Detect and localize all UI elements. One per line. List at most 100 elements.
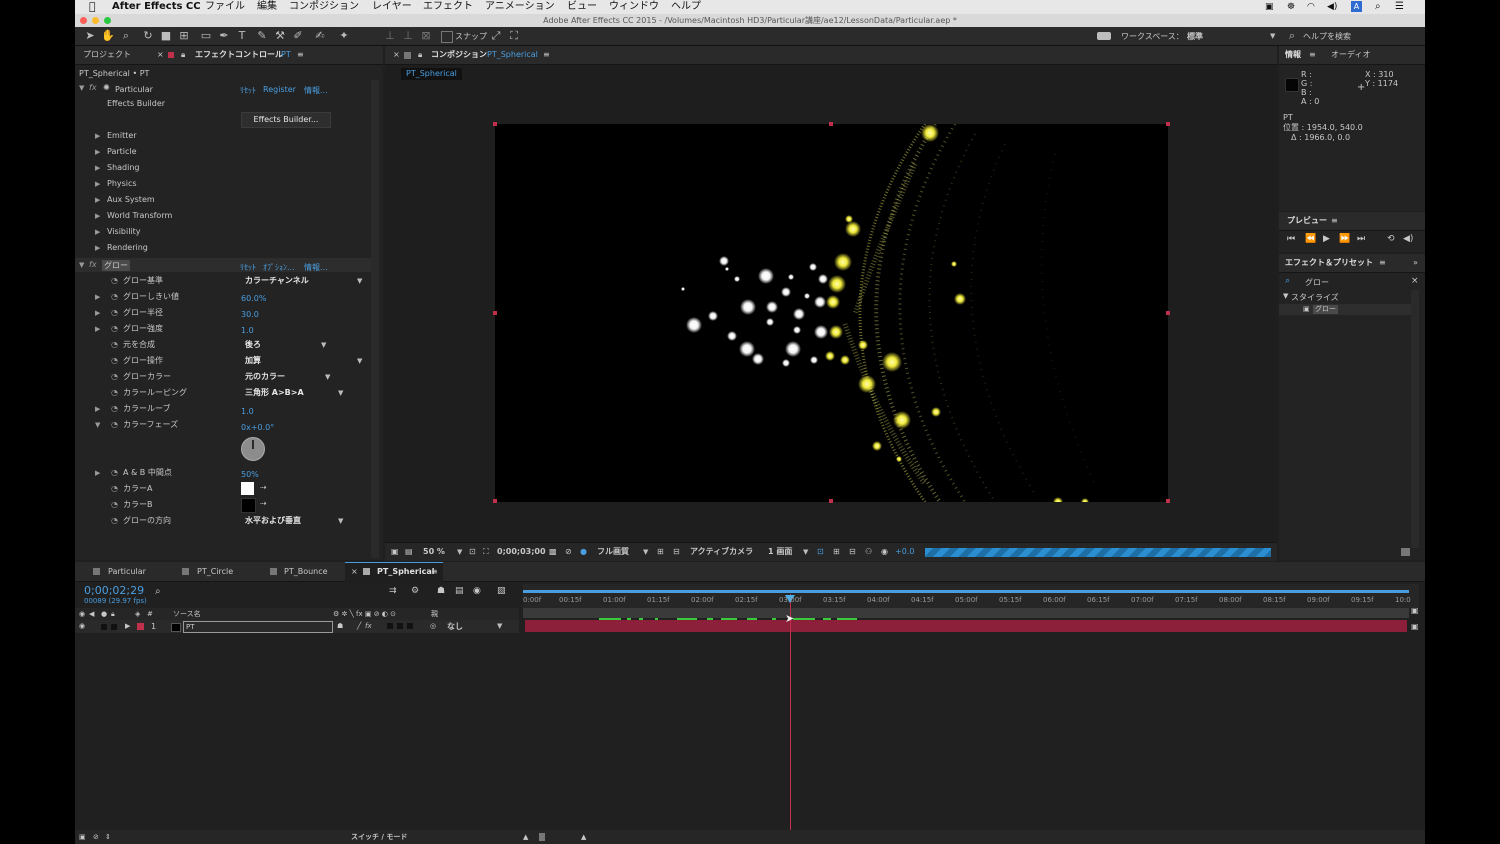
- spotlight-icon[interactable]: ⌕: [1375, 0, 1381, 14]
- expand-particle-icon[interactable]: ▶: [95, 148, 100, 156]
- world-axis-icon[interactable]: ⊥: [401, 29, 415, 43]
- glow-fx-toggle-icon[interactable]: fx: [89, 259, 97, 271]
- dropdown-arrow-icon[interactable]: ▼: [803, 543, 808, 561]
- zoom-in-icon[interactable]: ▲: [581, 830, 586, 844]
- pick-whip-icon[interactable]: ◎: [430, 620, 436, 633]
- transform-handle[interactable]: [1166, 311, 1170, 315]
- stopwatch-icon[interactable]: ◔: [111, 372, 118, 381]
- frame-blend-toggle[interactable]: [387, 623, 393, 629]
- expand-glow-icon[interactable]: ▼: [79, 261, 84, 269]
- particular-register-link[interactable]: Register: [263, 85, 296, 94]
- zoom-select[interactable]: 50 %: [423, 543, 445, 561]
- glow-radius-value[interactable]: 30.0: [241, 309, 259, 321]
- panel-menu-icon[interactable]: ≡: [543, 46, 550, 64]
- expand-world-transform-icon[interactable]: ▶: [95, 212, 100, 220]
- stopwatch-icon[interactable]: ◔: [111, 420, 118, 429]
- next-frame-icon[interactable]: ⏩: [1339, 234, 1350, 244]
- dropdown-arrow-icon[interactable]: ▼: [325, 373, 330, 381]
- app-menu[interactable]: After Effects CC: [112, 0, 201, 14]
- zoom-tool-icon[interactable]: ⌕: [119, 29, 133, 43]
- parent-column[interactable]: 親: [431, 608, 438, 620]
- stopwatch-icon[interactable]: ◔: [111, 516, 118, 525]
- expand-particular-icon[interactable]: ▼: [79, 84, 84, 92]
- expand-stretch-icon[interactable]: ⇕: [105, 830, 111, 844]
- effects-search-input[interactable]: グロー: [1305, 277, 1329, 288]
- play-icon[interactable]: ▶: [1323, 234, 1330, 244]
- composition-viewer[interactable]: [495, 124, 1168, 502]
- workspace-dropdown-icon[interactable]: ▼: [1270, 32, 1275, 40]
- tab-audio[interactable]: オーディオ: [1331, 46, 1370, 64]
- rotate-tool-icon[interactable]: ↻: [141, 29, 155, 43]
- particular-reset-link[interactable]: ﾘｾｯﾄ: [240, 85, 256, 96]
- clear-search-icon[interactable]: ×: [1411, 276, 1419, 286]
- first-frame-icon[interactable]: ⏮: [1287, 234, 1295, 244]
- panel-menu-icon[interactable]: ≡: [1379, 254, 1386, 272]
- tab-composition-name[interactable]: PT_Spherical: [487, 46, 538, 64]
- current-time[interactable]: 0;00;03;00: [497, 543, 546, 561]
- wifi-icon[interactable]: ◠: [1307, 0, 1315, 14]
- menu-layer[interactable]: レイヤー: [372, 0, 412, 14]
- expand-modes-icon[interactable]: ⊘: [93, 830, 99, 844]
- roi-icon[interactable]: ⊞: [657, 543, 664, 561]
- collapse-prop-icon[interactable]: ▼: [95, 421, 100, 429]
- tab-info[interactable]: 情報: [1285, 46, 1301, 64]
- fast-preview-icon[interactable]: ⊞: [833, 543, 840, 561]
- comp-mini-flowchart-icon[interactable]: ⇉: [389, 586, 397, 596]
- expand-prop-icon[interactable]: ▶: [95, 325, 100, 333]
- dropdown-arrow-icon[interactable]: ▼: [338, 389, 343, 397]
- stopwatch-icon[interactable]: ◔: [111, 356, 118, 365]
- parent-select[interactable]: なし: [447, 620, 463, 633]
- color-b-swatch[interactable]: [241, 498, 256, 513]
- layer-row[interactable]: ◉ ▶ 1 PT ☗ ╱ fx ◎ なし ▼: [75, 620, 519, 633]
- close-tab-icon[interactable]: ×: [157, 46, 164, 64]
- expand-emitter-icon[interactable]: ▶: [95, 132, 100, 140]
- group-emitter[interactable]: Emitter: [107, 130, 137, 142]
- color-phase-value[interactable]: 0x+0.0°: [241, 422, 274, 434]
- camera-select[interactable]: アクティブカメラ: [690, 543, 753, 561]
- stopwatch-icon[interactable]: ◔: [111, 292, 118, 301]
- particular-info-link[interactable]: 情報...: [304, 85, 328, 96]
- channel-icon[interactable]: ●: [580, 543, 587, 561]
- effects-presets-scrollbar[interactable]: [1411, 290, 1419, 548]
- graph-editor-icon[interactable]: ▧: [497, 586, 506, 596]
- minimize-window-button[interactable]: [92, 17, 99, 24]
- menu-window[interactable]: ウィンドウ: [609, 0, 659, 14]
- stopwatch-icon[interactable]: ◔: [111, 484, 118, 493]
- comp-marker-icon[interactable]: ▣: [1411, 622, 1419, 631]
- effect-controls-scrollbar[interactable]: [371, 80, 379, 558]
- glow-intensity-value[interactable]: 1.0: [241, 325, 254, 337]
- sync-icon[interactable]: ☸: [1287, 0, 1295, 14]
- color-a-swatch[interactable]: [241, 482, 254, 495]
- expand-visibility-icon[interactable]: ▶: [95, 228, 100, 236]
- tab-effect-controls-layer[interactable]: PT: [281, 46, 291, 64]
- eyedropper-icon[interactable]: ⇢: [260, 499, 267, 508]
- lock-icon[interactable]: 🔒︎: [181, 46, 185, 64]
- local-axis-icon[interactable]: ⊥: [383, 29, 397, 43]
- expand-prop-icon[interactable]: ▶: [95, 469, 100, 477]
- color-loops-value[interactable]: 1.0: [241, 406, 254, 418]
- timeline-icon[interactable]: ⊟: [849, 543, 856, 561]
- group-rendering[interactable]: Rendering: [107, 242, 148, 254]
- expand-prop-icon[interactable]: ▶: [95, 309, 100, 317]
- zoom-window-button[interactable]: [104, 17, 111, 24]
- timeline-search-icon[interactable]: ⌕: [155, 586, 161, 597]
- category-stylize[interactable]: スタイライズ: [1291, 292, 1339, 303]
- transform-handle[interactable]: [829, 122, 833, 126]
- group-visibility[interactable]: Visibility: [107, 226, 141, 238]
- clone-stamp-tool-icon[interactable]: ⚒: [273, 29, 287, 43]
- quality-toggle-icon[interactable]: ╱: [357, 620, 361, 633]
- new-folder-icon[interactable]: [1401, 548, 1410, 556]
- glow-dimensions-select[interactable]: 水平および垂直: [245, 515, 301, 527]
- menu-help[interactable]: ヘルプ: [671, 0, 701, 14]
- stopwatch-icon[interactable]: ◔: [111, 324, 118, 333]
- region-icon[interactable]: ⛶: [483, 543, 489, 561]
- eraser-tool-icon[interactable]: ✐: [291, 29, 305, 43]
- exposure-value[interactable]: +0.0: [895, 543, 914, 561]
- fit-icon[interactable]: ⊡: [469, 543, 476, 561]
- close-window-button[interactable]: [80, 17, 87, 24]
- exposure-icon[interactable]: ◉: [881, 543, 888, 561]
- close-tab-icon[interactable]: ×: [351, 562, 358, 581]
- effect-name-glow[interactable]: グロー: [102, 260, 130, 271]
- snap-feature-icon[interactable]: ⛶: [507, 29, 521, 43]
- toggle-pixel-icon[interactable]: ⊡: [817, 543, 824, 561]
